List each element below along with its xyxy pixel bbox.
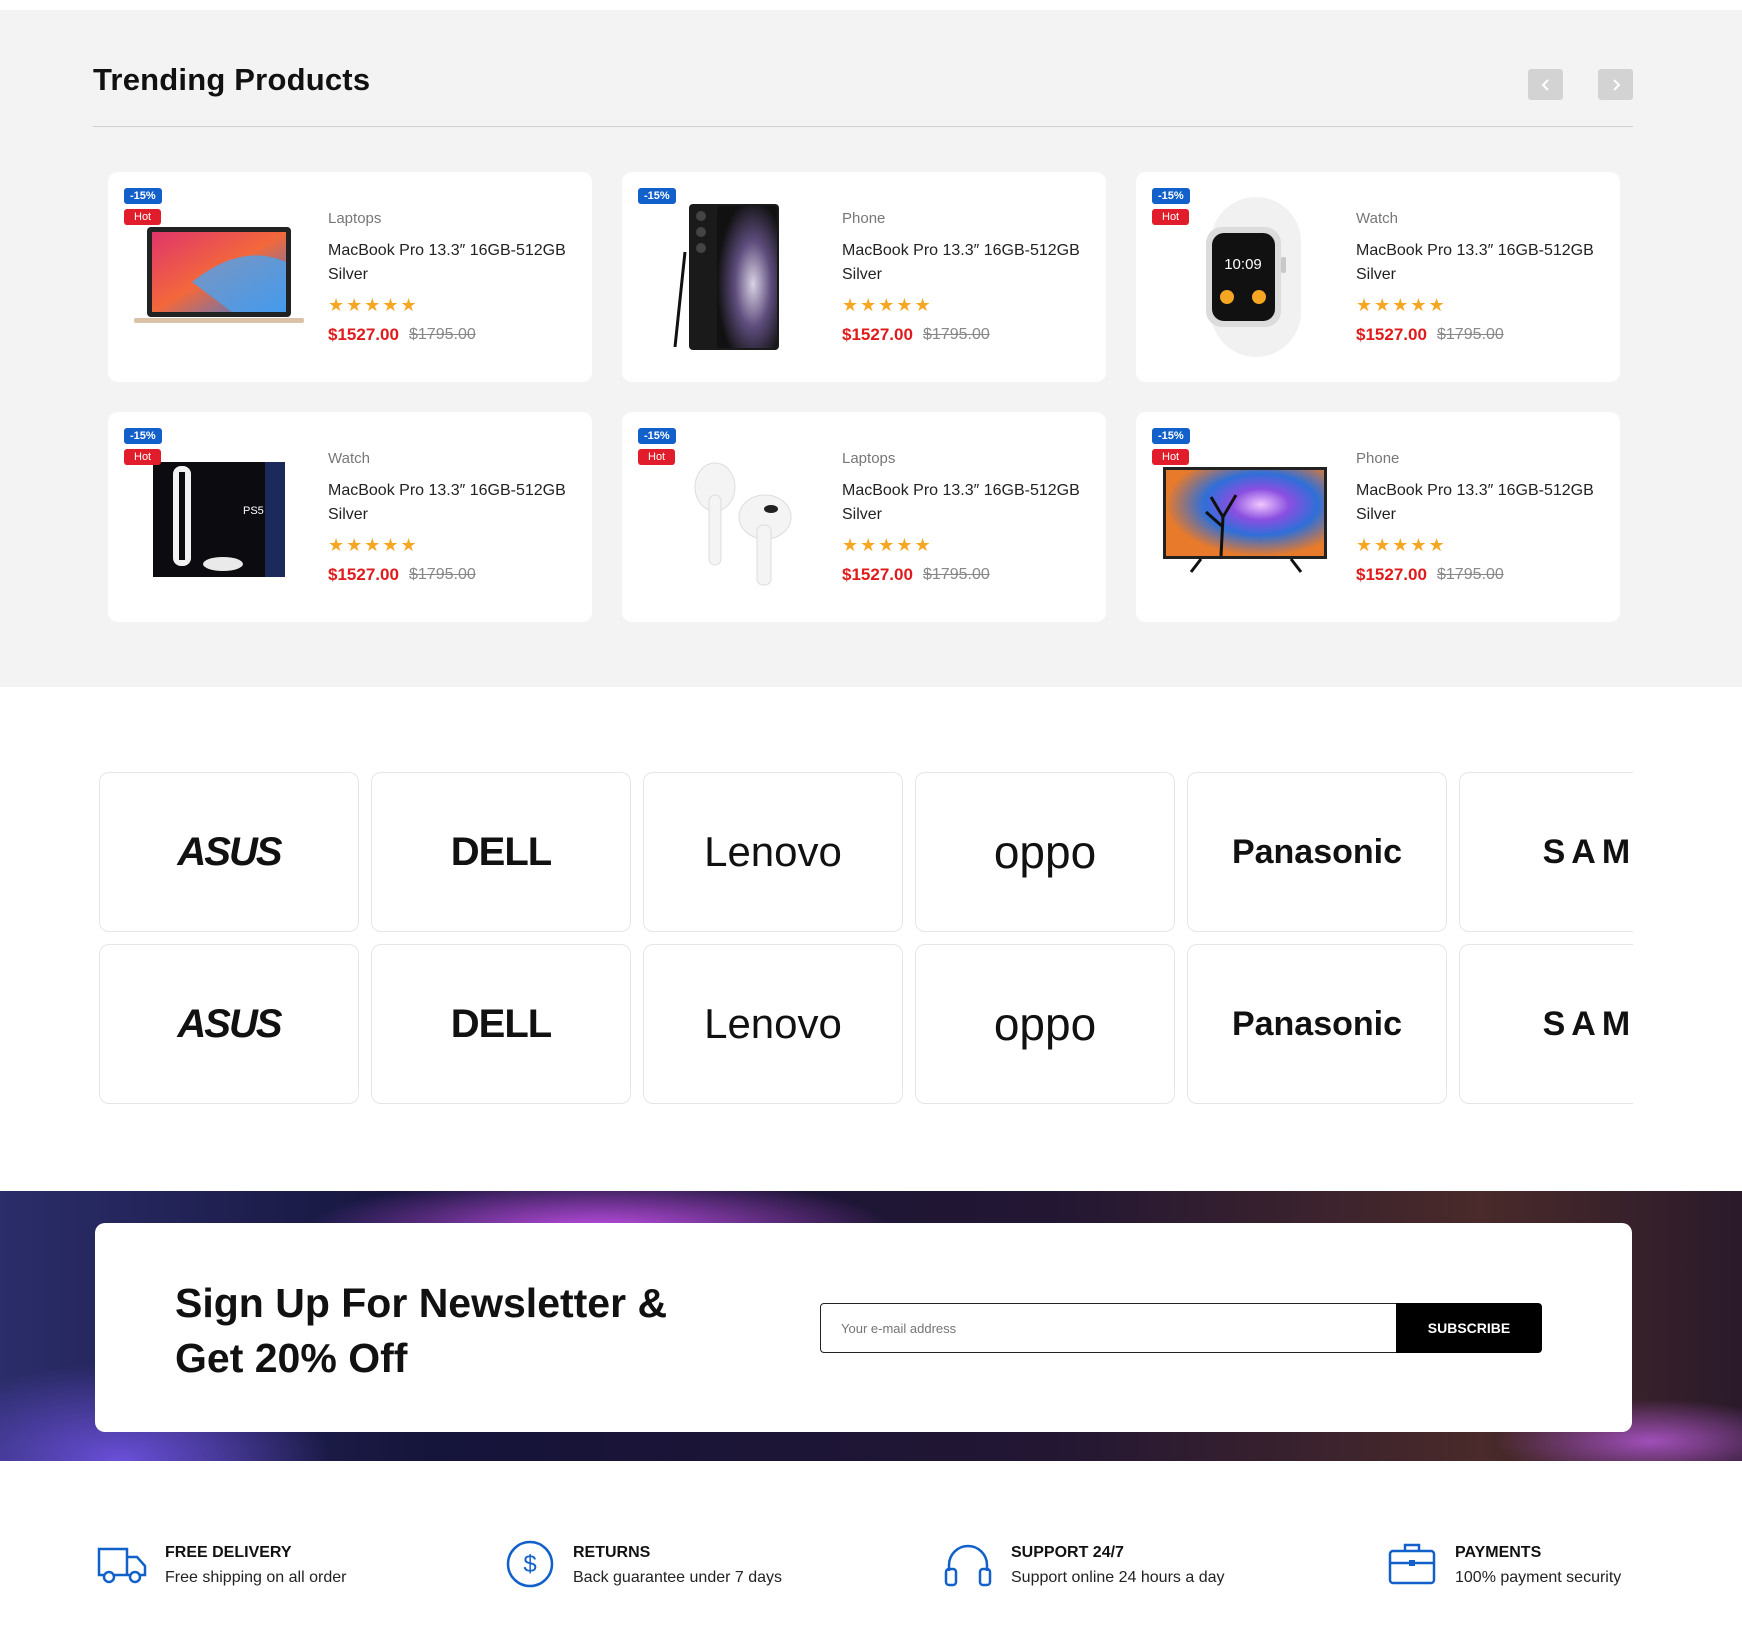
discount-badge: -15% xyxy=(638,188,676,204)
hot-badge: Hot xyxy=(638,449,676,465)
section-divider xyxy=(93,126,1633,127)
product-category: Laptops xyxy=(328,210,382,227)
chevron-left-icon xyxy=(1541,78,1549,91)
feature-title: PAYMENTS xyxy=(1455,1544,1542,1561)
carousel-next-button[interactable] xyxy=(1598,69,1633,100)
product-name[interactable]: MacBook Pro 13.3″ 16GB-512GB Silver xyxy=(328,479,578,527)
brand-logo-lenovo[interactable]: Lenovo xyxy=(643,772,903,932)
brand-logo-oppo[interactable]: oppo xyxy=(915,944,1175,1104)
product-name[interactable]: MacBook Pro 13.3″ 16GB-512GB Silver xyxy=(328,239,578,287)
product-name[interactable]: MacBook Pro 13.3″ 16GB-512GB Silver xyxy=(842,239,1092,287)
brand-logo-panasonic[interactable]: Panasonic xyxy=(1187,944,1447,1104)
discount-badge: -15% xyxy=(1152,428,1190,444)
product-price: $1527.00 xyxy=(842,565,913,584)
product-name[interactable]: MacBook Pro 13.3″ 16GB-512GB Silver xyxy=(1356,239,1606,287)
svg-text:PS5: PS5 xyxy=(243,505,264,517)
svg-text:$: $ xyxy=(523,1551,536,1578)
brand-logo-asus[interactable]: ASUS xyxy=(99,772,359,932)
product-card[interactable]: -15% Hot Phone MacBook Pro 13.3″ 16GB-51… xyxy=(1136,412,1620,622)
rating-stars: ★★★★★ xyxy=(1356,295,1447,315)
product-price: $1527.00 xyxy=(1356,565,1427,584)
product-category: Watch xyxy=(328,450,370,467)
product-card[interactable]: -15% Hot Laptops MacBook Pro 13.3″ 16GB-… xyxy=(622,412,1106,622)
chevron-right-icon xyxy=(1612,78,1620,91)
rating-stars: ★★★★★ xyxy=(842,535,933,555)
rating-stars: ★★★★★ xyxy=(328,535,419,555)
old-price: $1795.00 xyxy=(1437,566,1504,583)
product-card[interactable]: -15% Hot Laptops MacBook Pro 13.3″ 16GB-… xyxy=(108,172,592,382)
product-category: Watch xyxy=(1356,210,1398,227)
product-category: Phone xyxy=(1356,450,1400,467)
email-input[interactable] xyxy=(820,1303,1397,1353)
rating-stars: ★★★★★ xyxy=(842,295,933,315)
hot-badge: Hot xyxy=(124,209,162,225)
subscribe-button[interactable]: SUBSCRIBE xyxy=(1396,1303,1542,1353)
old-price: $1795.00 xyxy=(923,566,990,583)
feature-title: FREE DELIVERY xyxy=(165,1544,292,1561)
brand-logo-samsung[interactable]: SAMSU xyxy=(1459,772,1633,932)
product-card[interactable]: -15% Hot PS5 Watch MacBook Pro 13.3″ 16G… xyxy=(108,412,592,622)
hot-badge: Hot xyxy=(124,449,162,465)
feature-title: SUPPORT 24/7 xyxy=(1011,1544,1124,1561)
rating-stars: ★★★★★ xyxy=(1356,535,1447,555)
brand-logo-dell[interactable]: DELL xyxy=(371,944,631,1104)
product-name[interactable]: MacBook Pro 13.3″ 16GB-512GB Silver xyxy=(842,479,1092,527)
feature-title: RETURNS xyxy=(573,1544,651,1561)
discount-badge: -15% xyxy=(638,428,676,444)
dollar-circle-icon: $ xyxy=(506,1540,554,1588)
product-price: $1527.00 xyxy=(842,325,913,344)
brand-logo-asus[interactable]: ASUS xyxy=(99,944,359,1104)
brand-logo-dell[interactable]: DELL xyxy=(371,772,631,932)
product-category: Laptops xyxy=(842,450,896,467)
truck-icon xyxy=(97,1547,147,1584)
brand-logo-panasonic[interactable]: Panasonic xyxy=(1187,772,1447,932)
discount-badge: -15% xyxy=(1152,188,1190,204)
discount-badge: -15% xyxy=(124,428,162,444)
trending-section: Trending Products -15% Hot Laptops MacBo… xyxy=(0,10,1742,687)
briefcase-icon xyxy=(1388,1543,1436,1585)
product-image-phone[interactable] xyxy=(642,194,822,360)
headphones-icon xyxy=(944,1544,992,1587)
carousel-prev-button[interactable] xyxy=(1528,69,1563,100)
product-name[interactable]: MacBook Pro 13.3″ 16GB-512GB Silver xyxy=(1356,479,1606,527)
product-price: $1527.00 xyxy=(328,325,399,344)
brand-logo-lenovo[interactable]: Lenovo xyxy=(643,944,903,1104)
feature-desc: Back guarantee under 7 days xyxy=(573,1569,783,1586)
old-price: $1795.00 xyxy=(409,326,476,343)
feature-desc: 100% payment security xyxy=(1455,1569,1622,1586)
old-price: $1795.00 xyxy=(923,326,990,343)
newsletter-card: Sign Up For Newsletter & Get 20% Off SUB… xyxy=(95,1223,1632,1432)
brand-logo-oppo[interactable]: oppo xyxy=(915,772,1175,932)
section-title: Trending Products xyxy=(93,62,371,97)
feature-desc: Free shipping on all order xyxy=(165,1569,347,1586)
feature-desc: Support online 24 hours a day xyxy=(1011,1569,1225,1586)
product-category: Phone xyxy=(842,210,886,227)
rating-stars: ★★★★★ xyxy=(328,295,419,315)
brand-carousel: ASUS DELL Lenovo oppo Panasonic SAMSU AS… xyxy=(99,772,1633,1108)
brand-logo-samsung[interactable]: SAMSU xyxy=(1459,944,1633,1104)
old-price: $1795.00 xyxy=(1437,326,1504,343)
svg-text:10:09: 10:09 xyxy=(1224,256,1262,273)
product-card[interactable]: -15% Phone MacBook Pro 13.3″ 16GB-512GB … xyxy=(622,172,1106,382)
product-card[interactable]: -15% Hot 10:09 Watch MacBook Pro 13.3″ 1… xyxy=(1136,172,1620,382)
hot-badge: Hot xyxy=(1152,209,1190,225)
product-price: $1527.00 xyxy=(328,565,399,584)
discount-badge: -15% xyxy=(124,188,162,204)
newsletter-title: Sign Up For Newsletter & Get 20% Off xyxy=(175,1280,668,1381)
product-price: $1527.00 xyxy=(1356,325,1427,344)
old-price: $1795.00 xyxy=(409,566,476,583)
hot-badge: Hot xyxy=(1152,449,1190,465)
